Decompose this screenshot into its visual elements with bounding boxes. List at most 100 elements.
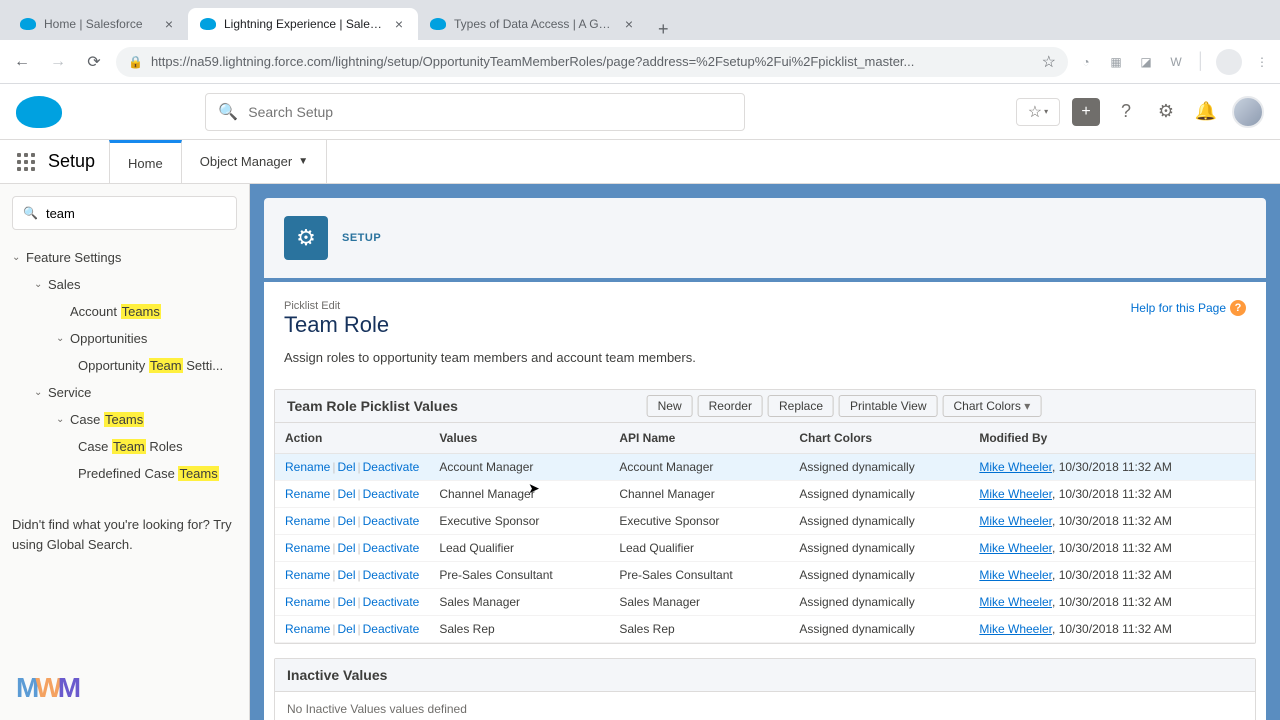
chart-cell: Assigned dynamically	[789, 589, 969, 616]
modified-by-link[interactable]: Mike Wheeler	[979, 487, 1052, 501]
modified-by-link[interactable]: Mike Wheeler	[979, 541, 1052, 555]
gear-icon: ⚙	[1158, 101, 1174, 122]
quick-find[interactable]: 🔍	[12, 196, 237, 230]
header-icons: ☆▾ + ? ⚙ 🔔	[1016, 96, 1264, 128]
rename-link[interactable]: Rename	[285, 622, 330, 636]
modified-when: , 10/30/2018 11:32 AM	[1052, 514, 1172, 528]
api-cell: Lead Qualifier	[609, 535, 789, 562]
close-icon[interactable]: ×	[392, 17, 406, 31]
tree-label: Feature Settings	[26, 250, 121, 265]
global-search[interactable]: 🔍	[205, 93, 745, 131]
tree-item-opportunities[interactable]: ⌄Opportunities	[12, 325, 237, 352]
picklist-table: Action Values API Name Chart Colors Modi…	[275, 423, 1255, 643]
back-button[interactable]: ←	[8, 48, 36, 76]
deactivate-link[interactable]: Deactivate	[363, 568, 420, 582]
address-bar[interactable]: 🔒 https://na59.lightning.force.com/light…	[116, 47, 1068, 77]
del-link[interactable]: Del	[337, 541, 355, 555]
quick-find-input[interactable]	[46, 206, 226, 221]
tree-item-predefined-case-teams[interactable]: Predefined Case Teams	[12, 460, 237, 487]
rename-link[interactable]: Rename	[285, 541, 330, 555]
modified-when: , 10/30/2018 11:32 AM	[1052, 541, 1172, 555]
tree-item-account-teams[interactable]: Account Teams	[12, 298, 237, 325]
rename-link[interactable]: Rename	[285, 595, 330, 609]
tree-item-case-teams[interactable]: ⌄Case Teams	[12, 406, 237, 433]
tree-label: Sales	[48, 277, 81, 292]
app-launcher-button[interactable]	[8, 140, 44, 183]
salesforce-logo-icon[interactable]	[16, 96, 62, 128]
del-link[interactable]: Del	[337, 460, 355, 474]
add-button[interactable]: +	[1072, 98, 1100, 126]
nav-tab-object-manager[interactable]: Object Manager ▼	[182, 140, 327, 183]
modified-by-link[interactable]: Mike Wheeler	[979, 568, 1052, 582]
tree-item-opp-team-settings[interactable]: Opportunity Team Setti...	[12, 352, 237, 379]
deactivate-link[interactable]: Deactivate	[363, 514, 420, 528]
extension-icon[interactable]: ◪	[1136, 52, 1156, 72]
close-icon[interactable]: ×	[162, 17, 176, 31]
content-card: Help for this Page ? Picklist Edit Team …	[264, 282, 1266, 720]
close-icon[interactable]: ×	[622, 17, 636, 31]
user-avatar[interactable]	[1232, 96, 1264, 128]
star-icon[interactable]: ☆	[1042, 52, 1056, 72]
tree-label: Case Team Roles	[78, 439, 183, 454]
modified-when: , 10/30/2018 11:32 AM	[1052, 622, 1172, 636]
browser-tab-active[interactable]: Lightning Experience | Salesfo ×	[188, 8, 418, 40]
modified-by-link[interactable]: Mike Wheeler	[979, 460, 1052, 474]
tree-item-sales[interactable]: ⌄Sales	[12, 271, 237, 298]
del-link[interactable]: Del	[337, 595, 355, 609]
api-cell: Pre-Sales Consultant	[609, 562, 789, 589]
table-row: Rename|Del|DeactivateAccount ManagerAcco…	[275, 454, 1255, 481]
modified-by-link[interactable]: Mike Wheeler	[979, 595, 1052, 609]
deactivate-link[interactable]: Deactivate	[363, 595, 420, 609]
favorites-button[interactable]: ☆▾	[1016, 98, 1060, 126]
rename-link[interactable]: Rename	[285, 487, 330, 501]
tree-item-case-team-roles[interactable]: Case Team Roles	[12, 433, 237, 460]
chart-colors-button[interactable]: Chart Colors	[943, 395, 1042, 417]
search-input[interactable]	[248, 104, 732, 120]
deactivate-link[interactable]: Deactivate	[363, 487, 420, 501]
setup-gear-button[interactable]: ⚙	[1152, 98, 1180, 126]
rename-link[interactable]: Rename	[285, 460, 330, 474]
profile-avatar[interactable]	[1216, 49, 1242, 75]
modified-by-link[interactable]: Mike Wheeler	[979, 622, 1052, 636]
notifications-button[interactable]: 🔔	[1192, 98, 1220, 126]
url-text: https://na59.lightning.force.com/lightni…	[151, 54, 1034, 69]
printable-view-button[interactable]: Printable View	[839, 395, 938, 417]
extension-icon[interactable]: W	[1166, 52, 1186, 72]
reorder-button[interactable]: Reorder	[698, 395, 763, 417]
reload-button[interactable]: ⟳	[80, 48, 108, 76]
cloud-icon	[20, 16, 36, 32]
del-link[interactable]: Del	[337, 487, 355, 501]
deactivate-link[interactable]: Deactivate	[363, 541, 420, 555]
rename-link[interactable]: Rename	[285, 568, 330, 582]
tree-item-feature-settings[interactable]: ⌄Feature Settings	[12, 244, 237, 271]
chart-cell: Assigned dynamically	[789, 508, 969, 535]
body: 🔍 ⌄Feature Settings ⌄Sales Account Teams…	[0, 184, 1280, 720]
browser-tab[interactable]: Home | Salesforce ×	[8, 8, 188, 40]
value-cell: Sales Manager	[429, 589, 609, 616]
modified-by-link[interactable]: Mike Wheeler	[979, 514, 1052, 528]
deactivate-link[interactable]: Deactivate	[363, 460, 420, 474]
chart-cell: Assigned dynamically	[789, 481, 969, 508]
browser-tab[interactable]: Types of Data Access | A Guide ×	[418, 8, 648, 40]
menu-icon[interactable]: ⋮	[1252, 52, 1272, 72]
table-row: Rename|Del|DeactivatePre-Sales Consultan…	[275, 562, 1255, 589]
gear-icon: ⚙	[284, 216, 328, 260]
table-row: Rename|Del|DeactivateLead QualifierLead …	[275, 535, 1255, 562]
help-link[interactable]: Help for this Page ?	[1131, 300, 1246, 316]
rename-link[interactable]: Rename	[285, 514, 330, 528]
extension-icon[interactable]: ▦	[1106, 52, 1126, 72]
forward-button[interactable]: →	[44, 48, 72, 76]
help-button[interactable]: ?	[1112, 98, 1140, 126]
new-tab-button[interactable]: +	[648, 19, 679, 40]
extension-icon[interactable]: ◔	[1076, 52, 1096, 72]
tree-label: Predefined Case Teams	[78, 466, 219, 481]
new-button[interactable]: New	[647, 395, 693, 417]
tree-item-service[interactable]: ⌄Service	[12, 379, 237, 406]
replace-button[interactable]: Replace	[768, 395, 834, 417]
deactivate-link[interactable]: Deactivate	[363, 622, 420, 636]
nav-tab-home[interactable]: Home	[109, 140, 182, 183]
setup-sidebar: 🔍 ⌄Feature Settings ⌄Sales Account Teams…	[0, 184, 250, 720]
del-link[interactable]: Del	[337, 514, 355, 528]
del-link[interactable]: Del	[337, 568, 355, 582]
del-link[interactable]: Del	[337, 622, 355, 636]
